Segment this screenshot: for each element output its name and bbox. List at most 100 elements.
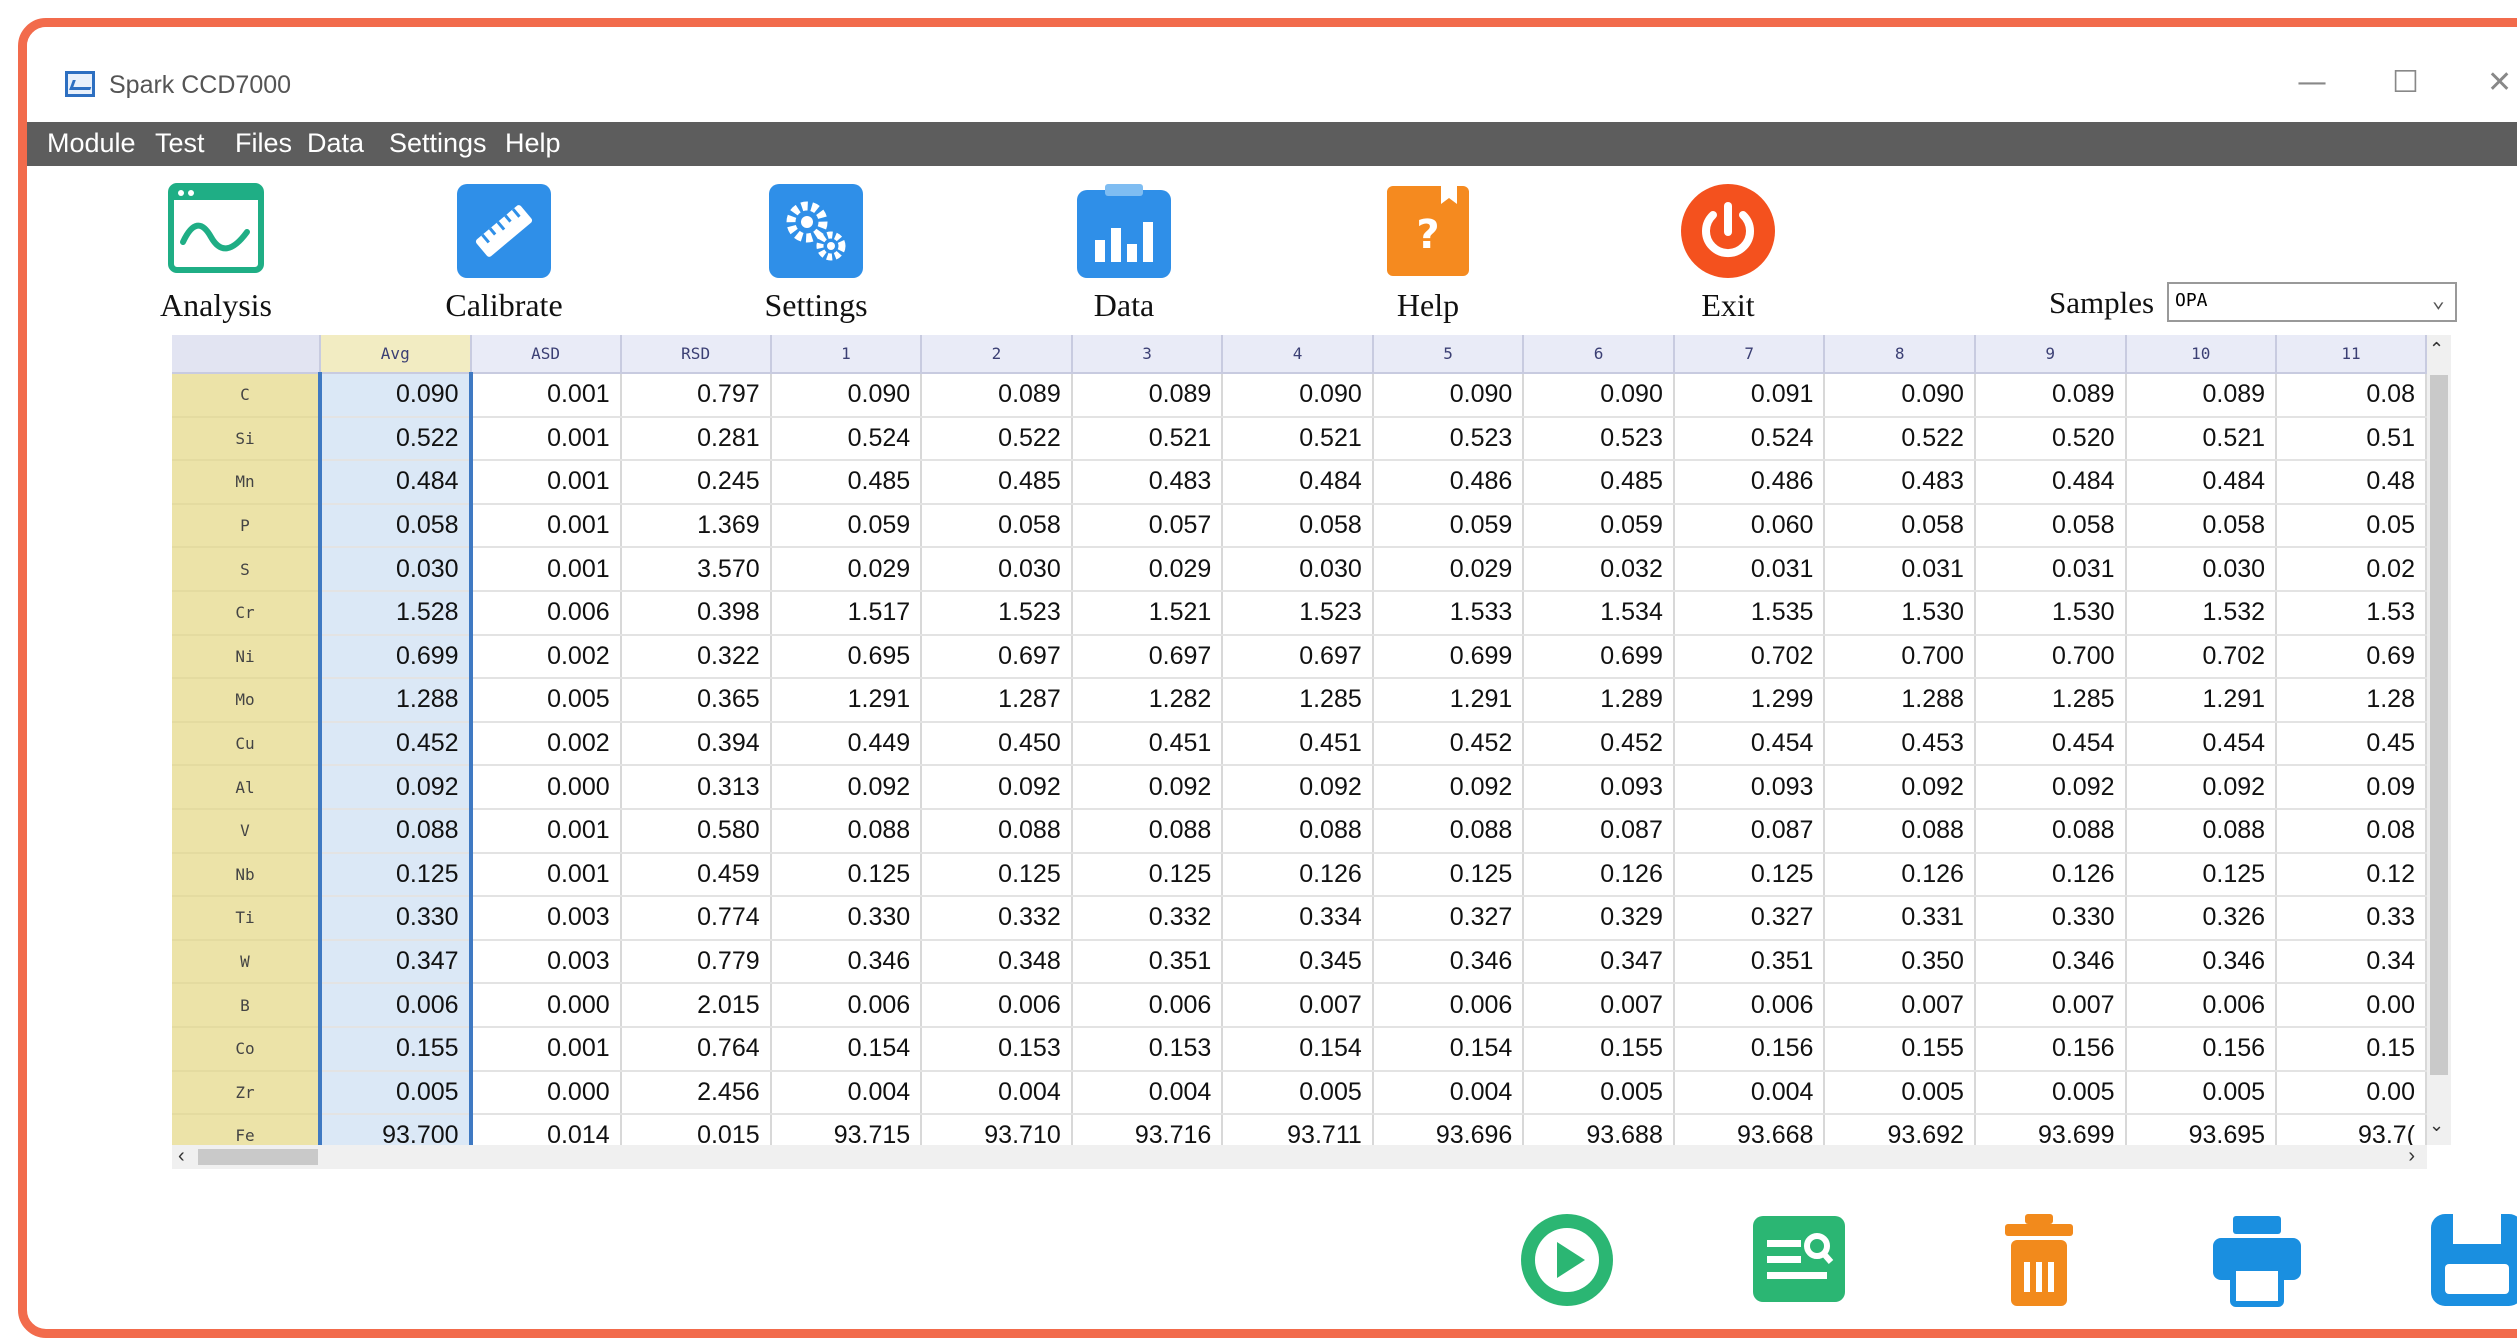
table-cell[interactable]: 0.346	[2125, 939, 2278, 985]
delete-button[interactable]	[1989, 1210, 2089, 1310]
table-cell[interactable]: 0.322	[620, 634, 772, 680]
table-cell[interactable]: 0.125	[2125, 852, 2278, 898]
table-cell[interactable]: 1.291	[1372, 678, 1525, 723]
table-cell[interactable]: 0.350	[1824, 939, 1976, 985]
table-cell[interactable]: 93.715	[770, 1114, 923, 1145]
table-cell[interactable]: 0.797	[620, 373, 772, 418]
table-cell[interactable]: 0.015	[620, 1114, 772, 1145]
table-cell[interactable]: 0.452	[317, 721, 473, 767]
table-cell[interactable]: 0.092	[1372, 765, 1525, 810]
table-cell[interactable]: 0.088	[2125, 808, 2278, 854]
table-cell[interactable]: 2.015	[620, 983, 772, 1028]
table-cell[interactable]: 0.521	[1222, 416, 1374, 462]
table-cell[interactable]: 0.452	[1523, 721, 1675, 767]
table-cell[interactable]: 0.702	[1673, 634, 1826, 680]
samples-select[interactable]: OPA ⌄	[2167, 282, 2457, 322]
table-cell[interactable]: 1.289	[1523, 678, 1675, 723]
scroll-down-icon[interactable]: ⌄	[2429, 1115, 2444, 1136]
table-cell[interactable]: 0.394	[620, 721, 772, 767]
table-cell[interactable]: 0.327	[1673, 896, 1826, 941]
table-cell[interactable]: 0.004	[1673, 1070, 1826, 1116]
table-cell[interactable]: 0.34	[2276, 939, 2427, 985]
table-cell[interactable]: 0.058	[1974, 503, 2127, 549]
table-cell[interactable]: 0.089	[1071, 373, 1224, 418]
table-cell[interactable]: 0.005	[470, 678, 622, 723]
table-cell[interactable]: 0.029	[1071, 547, 1224, 592]
table-cell[interactable]: 0.155	[1523, 1026, 1675, 1072]
table-row[interactable]: Al 0.092 0.000 0.313 0.092 0.092 0.092 0.092 0.0…	[172, 765, 2427, 810]
toolbar-calibrate-button[interactable]: Calibrate	[445, 182, 563, 323]
table-cell[interactable]: 0.007	[1974, 983, 2127, 1028]
table-cell[interactable]: 0.090	[1824, 373, 1976, 418]
table-cell[interactable]: 0.088	[770, 808, 923, 854]
scroll-right-icon[interactable]: ›	[2408, 1145, 2415, 1168]
print-button[interactable]	[2207, 1210, 2307, 1310]
minimize-icon[interactable]: —	[2297, 65, 2327, 100]
table-cell[interactable]: 0.522	[1824, 416, 1976, 462]
table-cell[interactable]: 0.058	[921, 503, 1073, 549]
table-row[interactable]: B 0.006 0.000 2.015 0.006 0.006 0.006 0.007 0.00…	[172, 983, 2427, 1028]
scroll-left-icon[interactable]: ‹	[178, 1145, 185, 1168]
table-cell[interactable]: 0.090	[1523, 373, 1675, 418]
table-cell[interactable]: 0.004	[1071, 1070, 1224, 1116]
table-cell[interactable]: 0.346	[1372, 939, 1525, 985]
table-cell[interactable]: 0.006	[2125, 983, 2278, 1028]
table-cell[interactable]: 0.09	[2276, 765, 2427, 810]
table-cell[interactable]: 0.087	[1673, 808, 1826, 854]
save-button[interactable]	[2427, 1210, 2517, 1310]
table-cell[interactable]: 0.485	[921, 460, 1073, 505]
table-cell[interactable]: 0.092	[1222, 765, 1374, 810]
table-cell[interactable]: 0.454	[1673, 721, 1826, 767]
table-row[interactable]: W 0.347 0.003 0.779 0.346 0.348 0.351 0.345 0.34…	[172, 939, 2427, 985]
table-cell[interactable]: 0.453	[1824, 721, 1976, 767]
start-analysis-button[interactable]	[1517, 1210, 1617, 1310]
table-cell[interactable]: 0.093	[1523, 765, 1675, 810]
table-cell[interactable]: 0.523	[1523, 416, 1675, 462]
table-cell[interactable]: 93.688	[1523, 1114, 1675, 1145]
table-cell[interactable]: 0.089	[2125, 373, 2278, 418]
table-cell[interactable]: 0.126	[1523, 852, 1675, 898]
table-cell[interactable]: 1.291	[770, 678, 923, 723]
table-cell[interactable]: 1.53	[2276, 590, 2427, 636]
table-cell[interactable]: 0.331	[1824, 896, 1976, 941]
scroll-up-icon[interactable]: ⌃	[2429, 339, 2444, 360]
table-cell[interactable]: 0.521	[1071, 416, 1224, 462]
table-cell[interactable]: 0.454	[2125, 721, 2278, 767]
table-cell[interactable]: 0.00	[2276, 1070, 2427, 1116]
table-cell[interactable]: 0.05	[2276, 503, 2427, 549]
table-cell[interactable]: 0.332	[1071, 896, 1224, 941]
table-cell[interactable]: 0.00	[2276, 983, 2427, 1028]
column-header[interactable]: 9	[1974, 335, 2127, 374]
table-cell[interactable]: 0.48	[2276, 460, 2427, 505]
table-cell[interactable]: 0.699	[317, 634, 473, 680]
table-cell[interactable]: 0.125	[921, 852, 1073, 898]
table-cell[interactable]: 0.007	[1222, 983, 1374, 1028]
table-cell[interactable]: 0.091	[1673, 373, 1826, 418]
table-cell[interactable]: 0.332	[921, 896, 1073, 941]
table-cell[interactable]: 0.092	[1071, 765, 1224, 810]
table-cell[interactable]: 0.001	[470, 852, 622, 898]
column-header[interactable]: 1	[770, 335, 923, 374]
table-cell[interactable]: 0.695	[770, 634, 923, 680]
table-cell[interactable]: 0.125	[770, 852, 923, 898]
table-cell[interactable]: 0.001	[470, 416, 622, 462]
table-cell[interactable]: 1.523	[921, 590, 1073, 636]
table-cell[interactable]: 0.058	[1222, 503, 1374, 549]
table-row[interactable]: Ti 0.330 0.003 0.774 0.330 0.332 0.332 0.334 0.3…	[172, 896, 2427, 941]
table-cell[interactable]: 1.532	[2125, 590, 2278, 636]
table-cell[interactable]: 0.088	[1071, 808, 1224, 854]
table-cell[interactable]: 0.002	[470, 634, 622, 680]
table-cell[interactable]: 0.125	[1673, 852, 1826, 898]
table-cell[interactable]: 0.45	[2276, 721, 2427, 767]
table-row[interactable]: Cr 1.528 0.006 0.398 1.517 1.523 1.521 1.523 1.5…	[172, 590, 2427, 636]
table-cell[interactable]: 0.125	[1372, 852, 1525, 898]
table-cell[interactable]: 0.700	[1974, 634, 2127, 680]
table-cell[interactable]: 0.326	[2125, 896, 2278, 941]
table-cell[interactable]: 0.484	[2125, 460, 2278, 505]
table-cell[interactable]: 0.451	[1071, 721, 1224, 767]
table-row[interactable]: Cu 0.452 0.002 0.394 0.449 0.450 0.451 0.451 0.4…	[172, 721, 2427, 767]
table-cell[interactable]: 93.695	[2125, 1114, 2278, 1145]
toolbar-analysis-button[interactable]: Analysis	[160, 182, 272, 323]
table-cell[interactable]: 0.088	[1974, 808, 2127, 854]
vertical-scrollbar[interactable]: ⌃ ⌄	[2427, 335, 2451, 1145]
